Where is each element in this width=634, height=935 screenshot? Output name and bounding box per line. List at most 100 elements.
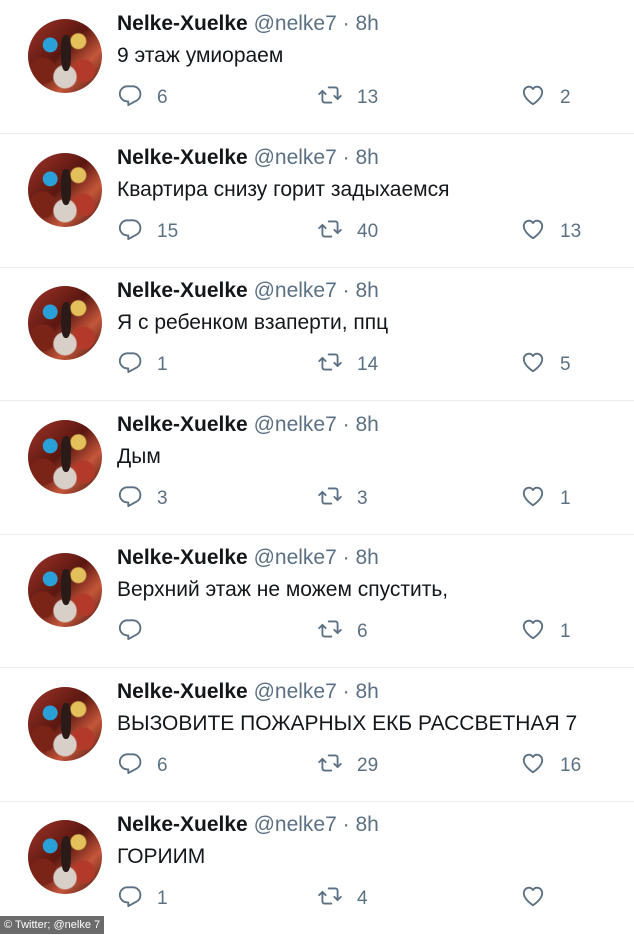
tweet[interactable]: Nelke-Xuelke @nelke7 · 8h 9 этаж умиораем… bbox=[0, 0, 634, 134]
like-count: 2 bbox=[560, 87, 571, 108]
like-icon bbox=[520, 349, 546, 381]
timestamp[interactable]: 8h bbox=[355, 813, 378, 836]
tweet[interactable]: Nelke-Xuelke @nelke7 · 8h Верхний этаж не… bbox=[0, 534, 634, 668]
display-name[interactable]: Nelke-Xuelke bbox=[117, 546, 248, 569]
tweet[interactable]: Nelke-Xuelke @nelke7 · 8h Дым 3 3 1 bbox=[0, 401, 634, 535]
like-button[interactable] bbox=[520, 885, 560, 913]
reply-count: 1 bbox=[157, 888, 168, 909]
retweet-button[interactable]: 4 bbox=[317, 885, 368, 913]
reply-button[interactable]: 15 bbox=[117, 218, 178, 246]
reply-count: 6 bbox=[157, 87, 168, 108]
avatar[interactable] bbox=[28, 687, 102, 761]
avatar[interactable] bbox=[28, 19, 102, 93]
separator-dot: · bbox=[342, 12, 350, 35]
reply-count: 3 bbox=[157, 488, 168, 509]
timestamp[interactable]: 8h bbox=[355, 413, 378, 436]
avatar[interactable] bbox=[28, 153, 102, 227]
reply-icon bbox=[117, 349, 143, 381]
reply-button[interactable]: 1 bbox=[117, 351, 168, 379]
like-button[interactable]: 16 bbox=[520, 752, 581, 780]
reply-button[interactable]: 1 bbox=[117, 885, 168, 913]
tweet-header: Nelke-Xuelke @nelke7 · 8h bbox=[117, 11, 379, 37]
like-icon bbox=[520, 483, 546, 515]
reply-button[interactable]: 6 bbox=[117, 752, 168, 780]
retweet-button[interactable]: 6 bbox=[317, 618, 368, 646]
display-name[interactable]: Nelke-Xuelke bbox=[117, 413, 248, 436]
reply-button[interactable]: 6 bbox=[117, 84, 168, 112]
retweet-icon bbox=[317, 616, 343, 648]
reply-icon bbox=[117, 750, 143, 782]
user-handle[interactable]: @nelke7 bbox=[254, 12, 337, 35]
timestamp[interactable]: 8h bbox=[355, 680, 378, 703]
like-button[interactable]: 1 bbox=[520, 618, 571, 646]
retweet-button[interactable]: 13 bbox=[317, 84, 378, 112]
like-button[interactable]: 13 bbox=[520, 218, 581, 246]
retweet-count: 13 bbox=[357, 87, 379, 108]
tweet-header: Nelke-Xuelke @nelke7 · 8h bbox=[117, 278, 379, 304]
retweet-icon bbox=[317, 216, 343, 248]
display-name[interactable]: Nelke-Xuelke bbox=[117, 680, 248, 703]
tweet-header: Nelke-Xuelke @nelke7 · 8h bbox=[117, 412, 379, 438]
retweet-button[interactable]: 14 bbox=[317, 351, 378, 379]
reply-button[interactable]: 3 bbox=[117, 485, 168, 513]
retweet-button[interactable]: 3 bbox=[317, 485, 368, 513]
timestamp[interactable]: 8h bbox=[355, 279, 378, 302]
tweet-actions: 6 13 2 bbox=[117, 84, 597, 112]
retweet-icon bbox=[317, 883, 343, 915]
tweet[interactable]: Nelke-Xuelke @nelke7 · 8h Квартира снизу … bbox=[0, 134, 634, 268]
timestamp[interactable]: 8h bbox=[355, 146, 378, 169]
retweet-icon bbox=[317, 82, 343, 114]
retweet-button[interactable]: 40 bbox=[317, 218, 378, 246]
tweet-actions: 1 14 5 bbox=[117, 351, 597, 379]
like-button[interactable]: 5 bbox=[520, 351, 571, 379]
tweet-text: Квартира снизу горит задыхаемся bbox=[117, 178, 450, 201]
tweet-header: Nelke-Xuelke @nelke7 · 8h bbox=[117, 545, 379, 571]
tweet-header: Nelke-Xuelke @nelke7 · 8h bbox=[117, 812, 379, 838]
tweet-actions: 3 3 1 bbox=[117, 485, 597, 513]
like-count: 5 bbox=[560, 354, 571, 375]
retweet-icon bbox=[317, 750, 343, 782]
like-button[interactable]: 2 bbox=[520, 84, 571, 112]
display-name[interactable]: Nelke-Xuelke bbox=[117, 813, 248, 836]
tweet[interactable]: Nelke-Xuelke @nelke7 · 8h ВЫЗОВИТЕ ПОЖАРН… bbox=[0, 668, 634, 802]
separator-dot: · bbox=[342, 146, 350, 169]
reply-icon bbox=[117, 483, 143, 515]
reply-icon bbox=[117, 82, 143, 114]
reply-icon bbox=[117, 216, 143, 248]
reply-count: 6 bbox=[157, 755, 168, 776]
timestamp[interactable]: 8h bbox=[355, 546, 378, 569]
user-handle[interactable]: @nelke7 bbox=[254, 546, 337, 569]
avatar[interactable] bbox=[28, 420, 102, 494]
avatar[interactable] bbox=[28, 553, 102, 627]
display-name[interactable]: Nelke-Xuelke bbox=[117, 146, 248, 169]
tweet[interactable]: Nelke-Xuelke @nelke7 · 8h Я с ребенком вз… bbox=[0, 267, 634, 401]
reply-button[interactable] bbox=[117, 618, 157, 646]
separator-dot: · bbox=[342, 413, 350, 436]
timestamp[interactable]: 8h bbox=[355, 12, 378, 35]
like-icon bbox=[520, 616, 546, 648]
user-handle[interactable]: @nelke7 bbox=[254, 680, 337, 703]
user-handle[interactable]: @nelke7 bbox=[254, 413, 337, 436]
user-handle[interactable]: @nelke7 bbox=[254, 813, 337, 836]
avatar[interactable] bbox=[28, 820, 102, 894]
like-button[interactable]: 1 bbox=[520, 485, 571, 513]
user-handle[interactable]: @nelke7 bbox=[254, 279, 337, 302]
display-name[interactable]: Nelke-Xuelke bbox=[117, 12, 248, 35]
separator-dot: · bbox=[342, 813, 350, 836]
tweet-text: ГОРИИМ bbox=[117, 845, 206, 868]
tweet-actions: 15 40 13 bbox=[117, 218, 597, 246]
separator-dot: · bbox=[342, 279, 350, 302]
reply-icon bbox=[117, 883, 143, 915]
tweet[interactable]: Nelke-Xuelke @nelke7 · 8h ГОРИИМ 1 4 bbox=[0, 801, 634, 935]
tweet-actions: 61 bbox=[117, 618, 597, 646]
retweet-button[interactable]: 29 bbox=[317, 752, 378, 780]
avatar[interactable] bbox=[28, 286, 102, 360]
retweet-count: 6 bbox=[357, 621, 368, 642]
user-handle[interactable]: @nelke7 bbox=[254, 146, 337, 169]
like-count: 1 bbox=[560, 488, 571, 509]
display-name[interactable]: Nelke-Xuelke bbox=[117, 279, 248, 302]
like-icon bbox=[520, 750, 546, 782]
retweet-count: 3 bbox=[357, 488, 368, 509]
tweet-text: ВЫЗОВИТЕ ПОЖАРНЫХ ЕКБ РАССВЕТНАЯ 7 bbox=[117, 712, 578, 735]
retweet-count: 29 bbox=[357, 755, 379, 776]
